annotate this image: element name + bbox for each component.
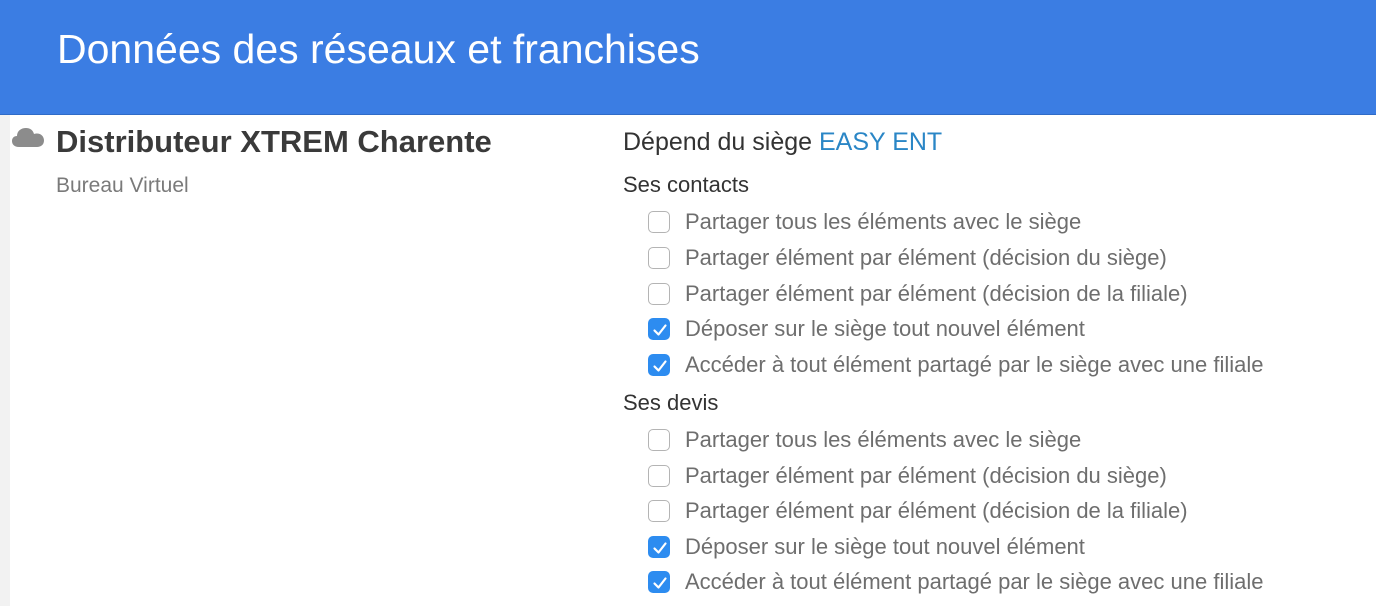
section-title-contacts: Ses contacts bbox=[623, 172, 749, 197]
option-row[interactable]: Partager élément par élément (décision d… bbox=[648, 462, 1167, 490]
checkbox-checked[interactable] bbox=[648, 571, 670, 593]
option-label: Partager élément par élément (décision d… bbox=[685, 245, 1167, 270]
entity-subtitle: Bureau Virtuel bbox=[56, 174, 189, 197]
option-row[interactable]: Déposer sur le siège tout nouvel élément bbox=[648, 315, 1085, 343]
left-rail bbox=[0, 115, 10, 606]
checkbox-checked[interactable] bbox=[648, 318, 670, 340]
hq-prefix: Dépend du siège bbox=[623, 128, 813, 156]
checkbox[interactable] bbox=[648, 500, 670, 522]
checkbox-checked[interactable] bbox=[648, 354, 670, 376]
option-row[interactable]: Partager élément par élément (décision d… bbox=[648, 280, 1188, 308]
option-label: Accéder à tout élément partagé par le si… bbox=[685, 569, 1264, 594]
option-row[interactable]: Partager tous les éléments avec le siège bbox=[648, 426, 1081, 454]
option-row[interactable]: Partager élément par élément (décision d… bbox=[648, 244, 1167, 272]
option-label: Partager élément par élément (décision d… bbox=[685, 463, 1167, 488]
hq-dependency: Dépend du siège EASY ENT bbox=[623, 128, 942, 157]
checkbox[interactable] bbox=[648, 211, 670, 233]
option-row[interactable]: Partager tous les éléments avec le siège bbox=[648, 208, 1081, 236]
section-title-quotes: Ses devis bbox=[623, 390, 719, 415]
option-row[interactable]: Accéder à tout élément partagé par le si… bbox=[648, 568, 1263, 596]
page-title: Données des réseaux et franchises bbox=[57, 26, 700, 72]
cloud-icon bbox=[12, 128, 44, 147]
checkmark-icon bbox=[653, 542, 667, 554]
checkbox[interactable] bbox=[648, 429, 670, 451]
option-row[interactable]: Déposer sur le siège tout nouvel élément bbox=[648, 533, 1085, 561]
option-row[interactable]: Accéder à tout élément partagé par le si… bbox=[648, 351, 1263, 379]
checkmark-icon bbox=[653, 324, 667, 336]
header-divider bbox=[0, 114, 1376, 115]
option-label: Accéder à tout élément partagé par le si… bbox=[685, 352, 1264, 377]
hq-link[interactable]: EASY ENT bbox=[819, 128, 942, 156]
page-header: Données des réseaux et franchises bbox=[0, 0, 1376, 114]
entity-name: Distributeur XTREM Charente bbox=[56, 124, 492, 159]
checkbox[interactable] bbox=[648, 283, 670, 305]
checkbox[interactable] bbox=[648, 247, 670, 269]
option-label: Déposer sur le siège tout nouvel élément bbox=[685, 534, 1085, 559]
option-label: Partager tous les éléments avec le siège bbox=[685, 427, 1082, 452]
option-row[interactable]: Partager élément par élément (décision d… bbox=[648, 497, 1188, 525]
option-label: Partager élément par élément (décision d… bbox=[685, 281, 1188, 306]
option-label: Partager tous les éléments avec le siège bbox=[685, 209, 1082, 234]
option-label: Partager élément par élément (décision d… bbox=[685, 498, 1188, 523]
checkbox-checked[interactable] bbox=[648, 536, 670, 558]
checkbox[interactable] bbox=[648, 465, 670, 487]
checkmark-icon bbox=[653, 577, 667, 589]
checkmark-icon bbox=[653, 360, 667, 372]
option-label: Déposer sur le siège tout nouvel élément bbox=[685, 316, 1085, 341]
